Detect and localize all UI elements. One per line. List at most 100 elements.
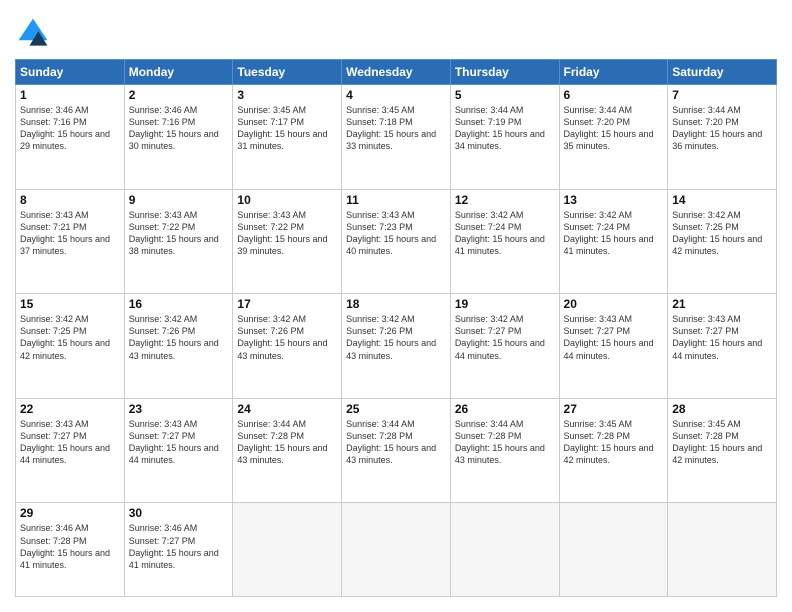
cell-info: Sunrise: 3:43 AM Sunset: 7:27 PM Dayligh… [564, 313, 664, 362]
cell-info: Sunrise: 3:42 AM Sunset: 7:24 PM Dayligh… [455, 209, 555, 258]
day-number: 5 [455, 88, 555, 102]
weekday-header-monday: Monday [124, 60, 233, 85]
calendar-cell: 6 Sunrise: 3:44 AM Sunset: 7:20 PM Dayli… [559, 85, 668, 190]
day-number: 25 [346, 402, 446, 416]
cell-info: Sunrise: 3:42 AM Sunset: 7:26 PM Dayligh… [129, 313, 229, 362]
calendar-cell: 9 Sunrise: 3:43 AM Sunset: 7:22 PM Dayli… [124, 189, 233, 294]
cell-info: Sunrise: 3:43 AM Sunset: 7:27 PM Dayligh… [20, 418, 120, 467]
calendar-cell: 18 Sunrise: 3:42 AM Sunset: 7:26 PM Dayl… [342, 294, 451, 399]
cell-info: Sunrise: 3:45 AM Sunset: 7:28 PM Dayligh… [672, 418, 772, 467]
day-number: 14 [672, 193, 772, 207]
calendar-cell [342, 503, 451, 597]
weekday-header-saturday: Saturday [668, 60, 777, 85]
calendar-cell: 22 Sunrise: 3:43 AM Sunset: 7:27 PM Dayl… [16, 398, 125, 503]
calendar-cell: 20 Sunrise: 3:43 AM Sunset: 7:27 PM Dayl… [559, 294, 668, 399]
calendar-cell: 30 Sunrise: 3:46 AM Sunset: 7:27 PM Dayl… [124, 503, 233, 597]
calendar-cell: 16 Sunrise: 3:42 AM Sunset: 7:26 PM Dayl… [124, 294, 233, 399]
calendar-cell: 26 Sunrise: 3:44 AM Sunset: 7:28 PM Dayl… [450, 398, 559, 503]
week-row-3: 15 Sunrise: 3:42 AM Sunset: 7:25 PM Dayl… [16, 294, 777, 399]
cell-info: Sunrise: 3:43 AM Sunset: 7:22 PM Dayligh… [129, 209, 229, 258]
week-row-1: 1 Sunrise: 3:46 AM Sunset: 7:16 PM Dayli… [16, 85, 777, 190]
calendar-table: SundayMondayTuesdayWednesdayThursdayFrid… [15, 59, 777, 597]
cell-info: Sunrise: 3:43 AM Sunset: 7:22 PM Dayligh… [237, 209, 337, 258]
day-number: 18 [346, 297, 446, 311]
day-number: 12 [455, 193, 555, 207]
day-number: 3 [237, 88, 337, 102]
week-row-4: 22 Sunrise: 3:43 AM Sunset: 7:27 PM Dayl… [16, 398, 777, 503]
cell-info: Sunrise: 3:44 AM Sunset: 7:19 PM Dayligh… [455, 104, 555, 153]
cell-info: Sunrise: 3:44 AM Sunset: 7:20 PM Dayligh… [672, 104, 772, 153]
day-number: 26 [455, 402, 555, 416]
calendar-cell: 28 Sunrise: 3:45 AM Sunset: 7:28 PM Dayl… [668, 398, 777, 503]
calendar-cell: 19 Sunrise: 3:42 AM Sunset: 7:27 PM Dayl… [450, 294, 559, 399]
calendar-cell: 2 Sunrise: 3:46 AM Sunset: 7:16 PM Dayli… [124, 85, 233, 190]
weekday-header-thursday: Thursday [450, 60, 559, 85]
calendar-cell: 7 Sunrise: 3:44 AM Sunset: 7:20 PM Dayli… [668, 85, 777, 190]
calendar-page: SundayMondayTuesdayWednesdayThursdayFrid… [0, 0, 792, 612]
cell-info: Sunrise: 3:43 AM Sunset: 7:27 PM Dayligh… [129, 418, 229, 467]
cell-info: Sunrise: 3:45 AM Sunset: 7:18 PM Dayligh… [346, 104, 446, 153]
calendar-cell: 5 Sunrise: 3:44 AM Sunset: 7:19 PM Dayli… [450, 85, 559, 190]
cell-info: Sunrise: 3:46 AM Sunset: 7:28 PM Dayligh… [20, 522, 120, 571]
cell-info: Sunrise: 3:43 AM Sunset: 7:27 PM Dayligh… [672, 313, 772, 362]
day-number: 15 [20, 297, 120, 311]
calendar-cell: 24 Sunrise: 3:44 AM Sunset: 7:28 PM Dayl… [233, 398, 342, 503]
day-number: 20 [564, 297, 664, 311]
day-number: 6 [564, 88, 664, 102]
cell-info: Sunrise: 3:45 AM Sunset: 7:17 PM Dayligh… [237, 104, 337, 153]
cell-info: Sunrise: 3:46 AM Sunset: 7:27 PM Dayligh… [129, 522, 229, 571]
day-number: 10 [237, 193, 337, 207]
header-row: SundayMondayTuesdayWednesdayThursdayFrid… [16, 60, 777, 85]
weekday-header-friday: Friday [559, 60, 668, 85]
cell-info: Sunrise: 3:42 AM Sunset: 7:25 PM Dayligh… [20, 313, 120, 362]
day-number: 11 [346, 193, 446, 207]
calendar-cell: 21 Sunrise: 3:43 AM Sunset: 7:27 PM Dayl… [668, 294, 777, 399]
cell-info: Sunrise: 3:44 AM Sunset: 7:20 PM Dayligh… [564, 104, 664, 153]
day-number: 16 [129, 297, 229, 311]
calendar-cell: 25 Sunrise: 3:44 AM Sunset: 7:28 PM Dayl… [342, 398, 451, 503]
weekday-header-tuesday: Tuesday [233, 60, 342, 85]
day-number: 7 [672, 88, 772, 102]
calendar-cell: 27 Sunrise: 3:45 AM Sunset: 7:28 PM Dayl… [559, 398, 668, 503]
day-number: 23 [129, 402, 229, 416]
calendar-cell: 17 Sunrise: 3:42 AM Sunset: 7:26 PM Dayl… [233, 294, 342, 399]
calendar-cell: 23 Sunrise: 3:43 AM Sunset: 7:27 PM Dayl… [124, 398, 233, 503]
day-number: 8 [20, 193, 120, 207]
day-number: 30 [129, 506, 229, 520]
day-number: 17 [237, 297, 337, 311]
logo [15, 15, 57, 51]
cell-info: Sunrise: 3:42 AM Sunset: 7:26 PM Dayligh… [346, 313, 446, 362]
calendar-cell [668, 503, 777, 597]
calendar-cell: 8 Sunrise: 3:43 AM Sunset: 7:21 PM Dayli… [16, 189, 125, 294]
calendar-cell: 11 Sunrise: 3:43 AM Sunset: 7:23 PM Dayl… [342, 189, 451, 294]
cell-info: Sunrise: 3:44 AM Sunset: 7:28 PM Dayligh… [455, 418, 555, 467]
cell-info: Sunrise: 3:42 AM Sunset: 7:24 PM Dayligh… [564, 209, 664, 258]
cell-info: Sunrise: 3:46 AM Sunset: 7:16 PM Dayligh… [20, 104, 120, 153]
day-number: 4 [346, 88, 446, 102]
day-number: 27 [564, 402, 664, 416]
calendar-cell [559, 503, 668, 597]
calendar-cell: 10 Sunrise: 3:43 AM Sunset: 7:22 PM Dayl… [233, 189, 342, 294]
day-number: 2 [129, 88, 229, 102]
week-row-2: 8 Sunrise: 3:43 AM Sunset: 7:21 PM Dayli… [16, 189, 777, 294]
cell-info: Sunrise: 3:42 AM Sunset: 7:26 PM Dayligh… [237, 313, 337, 362]
header [15, 15, 777, 51]
cell-info: Sunrise: 3:42 AM Sunset: 7:25 PM Dayligh… [672, 209, 772, 258]
cell-info: Sunrise: 3:46 AM Sunset: 7:16 PM Dayligh… [129, 104, 229, 153]
cell-info: Sunrise: 3:42 AM Sunset: 7:27 PM Dayligh… [455, 313, 555, 362]
cell-info: Sunrise: 3:45 AM Sunset: 7:28 PM Dayligh… [564, 418, 664, 467]
calendar-cell: 29 Sunrise: 3:46 AM Sunset: 7:28 PM Dayl… [16, 503, 125, 597]
cell-info: Sunrise: 3:43 AM Sunset: 7:23 PM Dayligh… [346, 209, 446, 258]
day-number: 21 [672, 297, 772, 311]
calendar-cell: 15 Sunrise: 3:42 AM Sunset: 7:25 PM Dayl… [16, 294, 125, 399]
weekday-header-sunday: Sunday [16, 60, 125, 85]
calendar-cell [450, 503, 559, 597]
weekday-header-wednesday: Wednesday [342, 60, 451, 85]
calendar-cell: 13 Sunrise: 3:42 AM Sunset: 7:24 PM Dayl… [559, 189, 668, 294]
day-number: 1 [20, 88, 120, 102]
calendar-cell: 4 Sunrise: 3:45 AM Sunset: 7:18 PM Dayli… [342, 85, 451, 190]
calendar-cell: 1 Sunrise: 3:46 AM Sunset: 7:16 PM Dayli… [16, 85, 125, 190]
logo-icon [15, 15, 51, 51]
day-number: 19 [455, 297, 555, 311]
day-number: 28 [672, 402, 772, 416]
